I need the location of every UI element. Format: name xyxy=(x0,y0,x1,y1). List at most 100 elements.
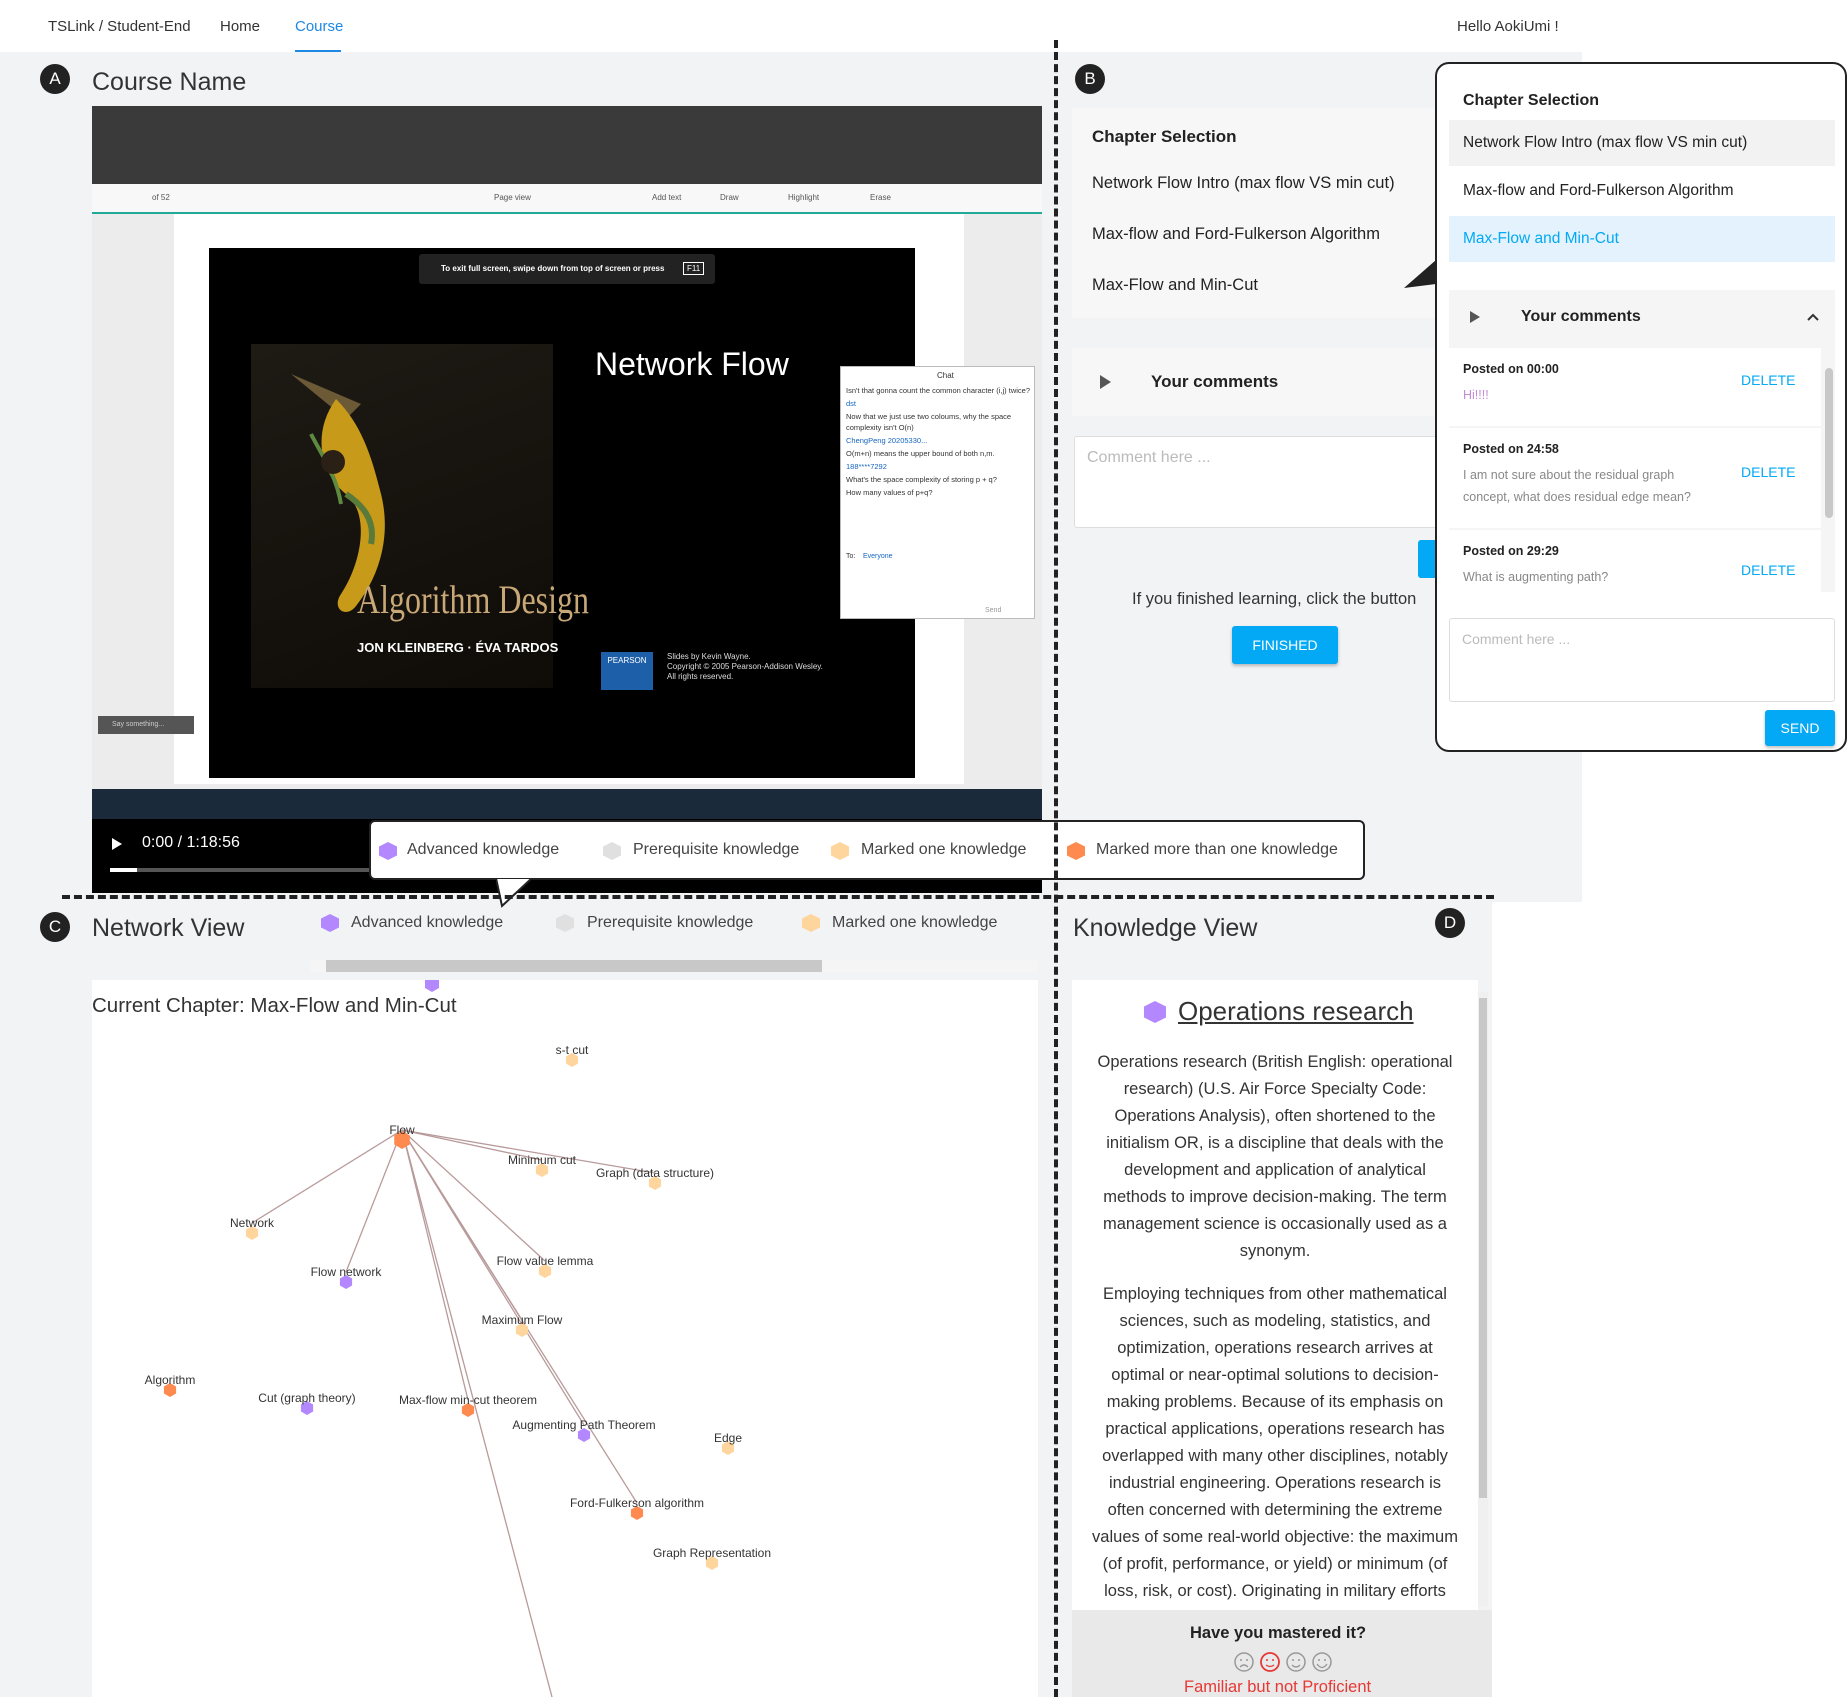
network-canvas[interactable]: Current Chapter: Max-Flow and Min-Cut Fl… xyxy=(92,980,1038,1697)
chat-window[interactable]: Chat Isn't that gonna count the common c… xyxy=(840,366,1035,619)
graph-node[interactable]: Minimum cut xyxy=(508,1153,577,1177)
chat-send[interactable]: Send xyxy=(985,607,1001,614)
expand-arrow-icon[interactable] xyxy=(1098,374,1112,390)
graph-node[interactable]: Flow network xyxy=(311,1265,383,1289)
brand[interactable]: TSLink / Student-End xyxy=(48,18,191,35)
graph-node[interactable]: Network xyxy=(230,1216,275,1240)
popup-comments-heading: Your comments xyxy=(1521,308,1641,325)
mastery-panel: Have you mastered it? Familiar but not P… xyxy=(1072,1610,1492,1697)
mastery-faces xyxy=(1234,1652,1332,1672)
chat-line: ChengPeng 20205330... xyxy=(846,436,928,445)
graph-node-label: Cut (graph theory) xyxy=(258,1391,355,1405)
popup-comment-textarea[interactable]: Comment here ... xyxy=(1449,618,1835,702)
graph-node-label: Flow value lemma xyxy=(497,1254,594,1268)
paragraph-line: often concerned with determining the ext… xyxy=(1107,1501,1443,1519)
delete-button[interactable]: DELETE xyxy=(1741,372,1795,388)
smile-face-icon[interactable] xyxy=(1286,1652,1306,1672)
toolbar-pageview[interactable]: Page view xyxy=(494,193,531,202)
popup-chapter-label-2: Max-flow and Ford-Fulkerson Algorithm xyxy=(1463,182,1734,199)
pdf-toolbar: of 52 Page view Add text Draw Highlight … xyxy=(92,184,1042,214)
chat-line: Isn't that gonna count the common charac… xyxy=(846,386,1031,395)
legend-scroll-track[interactable] xyxy=(310,960,1038,972)
graph-node[interactable]: Maximum Flow xyxy=(482,1313,563,1337)
popup-chapter-item-3-selected[interactable]: Max-Flow and Min-Cut xyxy=(1449,216,1835,262)
toolbar-add-text[interactable]: Add text xyxy=(652,193,681,202)
graph-node-label: Graph (data structure) xyxy=(596,1166,714,1180)
badge-b: B xyxy=(1075,64,1105,94)
graph-node[interactable]: Edge xyxy=(714,1431,742,1455)
chapter-item-1[interactable]: Network Flow Intro (max flow VS min cut) xyxy=(1092,174,1395,193)
paragraph-line: Operations Analysis), often shortened to… xyxy=(1114,1107,1436,1125)
fullscreen-hint: To exit full screen, swipe down from top… xyxy=(441,264,665,273)
paragraph-line: loss, risk, or cost). Originating in mil… xyxy=(1104,1582,1446,1600)
graph-node[interactable]: Cut (graph theory) xyxy=(258,1391,356,1415)
book-cover: Algorithm Design JON KLEINBERG · ÉVA TAR… xyxy=(251,344,589,688)
badge-d: D xyxy=(1435,908,1465,938)
comment-scrollbar[interactable] xyxy=(1825,368,1833,518)
popup-chapter-item-1[interactable]: Network Flow Intro (max flow VS min cut) xyxy=(1449,120,1835,166)
sad-face-icon[interactable] xyxy=(1234,1652,1254,1672)
nav-course[interactable]: Course xyxy=(295,18,343,35)
graph-node[interactable]: Ford-Fulkerson algorithm xyxy=(570,1496,704,1520)
comment-posted: Posted on 00:00 xyxy=(1463,362,1559,376)
top-nav: TSLink / Student-End Home Course Hello A… xyxy=(0,0,1584,52)
graph-node[interactable]: Graph (data structure) xyxy=(596,1166,714,1190)
pearson-logo: PEARSON xyxy=(601,652,653,690)
graph-node[interactable]: Graph Representation xyxy=(653,1546,771,1570)
comment-text: Hi!!!! xyxy=(1463,388,1489,402)
paragraph-line: overlapped with many other disciplines, … xyxy=(1102,1447,1448,1465)
chapter-item-3[interactable]: Max-Flow and Min-Cut xyxy=(1092,276,1258,295)
graph-node[interactable]: Flow value lemma xyxy=(497,1254,594,1278)
knowledge-scroll-track[interactable] xyxy=(1478,992,1488,1606)
fullscreen-key: F11 xyxy=(683,262,705,275)
paragraph-line: management science is occasionally used … xyxy=(1103,1215,1447,1233)
popup-comments-panel: Your comments Posted on 00:00 Hi!!!! DEL… xyxy=(1449,290,1835,592)
network-graph[interactable]: Flow s-t cut Minimum cut Graph (data struct… xyxy=(92,980,1038,1697)
topic-title[interactable]: Operations research xyxy=(1178,996,1414,1027)
graph-edge xyxy=(345,1129,403,1273)
send-button[interactable]: SEND xyxy=(1765,710,1835,746)
delete-button[interactable]: DELETE xyxy=(1741,464,1795,480)
fullscreen-hint-box: To exit full screen, swipe down from top… xyxy=(419,254,715,284)
popup-expand-arrow-icon[interactable] xyxy=(1469,310,1481,324)
popup-comment-placeholder: Comment here ... xyxy=(1462,631,1571,647)
chat-line: dst xyxy=(846,399,857,408)
comments-header-card[interactable]: Your comments xyxy=(1072,348,1442,416)
toolbar-highlight[interactable]: Highlight xyxy=(788,193,819,202)
badge-c: C xyxy=(40,912,70,942)
paragraph-line: methods to improve decision-making. The … xyxy=(1103,1188,1447,1206)
graph-node-label: Flow xyxy=(389,1123,415,1137)
legend-marked-one: Marked one knowledge xyxy=(861,841,1027,858)
comment-text-line-1: I am not sure about the residual graph xyxy=(1463,468,1675,482)
happy-face-icon[interactable] xyxy=(1312,1652,1332,1672)
graph-node[interactable]: Algorithm xyxy=(145,1373,196,1397)
play-icon[interactable] xyxy=(110,836,124,852)
legend-scroll-thumb[interactable] xyxy=(326,960,822,972)
slide-title: Network Flow xyxy=(595,346,789,382)
nav-home[interactable]: Home xyxy=(220,18,260,35)
popup-chapter-item-2[interactable]: Max-flow and Ford-Fulkerson Algorithm xyxy=(1449,168,1835,214)
finished-button[interactable]: FINISHED xyxy=(1232,626,1338,664)
video-progress-fill xyxy=(110,868,138,872)
toolbar-draw[interactable]: Draw xyxy=(720,193,739,202)
mastery-level: Familiar but not Proficient xyxy=(1184,1678,1372,1696)
slide: To exit full screen, swipe down from top… xyxy=(209,248,915,778)
chat-line: How many values of p+q? xyxy=(846,488,933,497)
say-something[interactable]: Say something... xyxy=(98,716,194,734)
knowledge-scroll-thumb[interactable] xyxy=(1479,998,1487,1498)
chapter-item-2[interactable]: Max-flow and Ford-Fulkerson Algorithm xyxy=(1092,225,1380,244)
paragraph-line: Employing techniques from other mathemat… xyxy=(1103,1285,1447,1303)
delete-button[interactable]: DELETE xyxy=(1741,562,1795,578)
graph-node-label: Graph Representation xyxy=(653,1546,771,1560)
graph-node[interactable]: Max-flow min-cut theorem xyxy=(399,1393,537,1417)
chat-to-label: To: xyxy=(846,553,856,560)
toolbar-erase[interactable]: Erase xyxy=(870,193,891,202)
chat-to[interactable]: Everyone xyxy=(863,553,893,560)
graph-edge xyxy=(401,1129,469,1401)
comment-item: Posted on 00:00 Hi!!!! DELETE xyxy=(1449,348,1821,426)
comment-textarea[interactable]: Comment here ... xyxy=(1074,436,1442,528)
graph-node[interactable]: Augmenting Path Theorem xyxy=(512,1418,656,1442)
neutral-face-icon[interactable] xyxy=(1260,1652,1280,1672)
graph-node[interactable]: s-t cut xyxy=(556,1043,589,1067)
collapse-chevron-icon[interactable] xyxy=(1807,312,1819,322)
